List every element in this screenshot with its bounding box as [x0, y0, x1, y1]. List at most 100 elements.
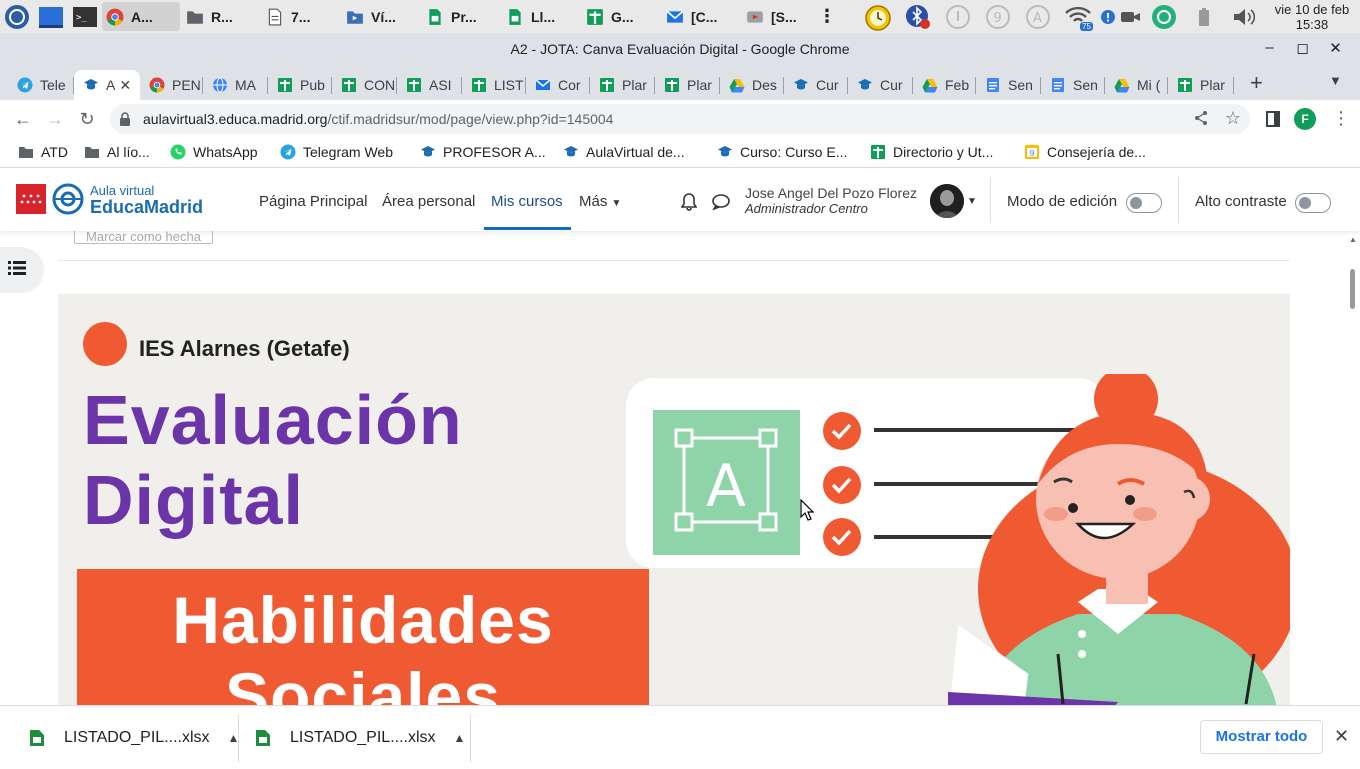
minimize-button[interactable]: –: [1253, 39, 1286, 57]
download-item[interactable]: LISTADO_PIL....xlsx ▲: [256, 706, 465, 769]
desktop-icon[interactable]: [36, 2, 66, 32]
close-downloads-icon[interactable]: ✕: [1334, 726, 1349, 747]
nav-my-courses[interactable]: Mis cursos: [491, 193, 563, 210]
tab[interactable]: PEN: [140, 70, 203, 100]
accessibility-icon[interactable]: A: [1023, 2, 1053, 32]
tab[interactable]: Cur: [848, 70, 913, 100]
chevron-up-icon[interactable]: ▲: [454, 731, 466, 745]
tab-label: Mi (: [1137, 77, 1161, 93]
tab-label: Feb: [945, 77, 970, 93]
scroll-up-icon[interactable]: ▲: [1349, 235, 1357, 244]
forward-button[interactable]: →: [44, 108, 66, 130]
notifications-icon[interactable]: [680, 193, 698, 216]
maximize-button[interactable]: ◻: [1286, 39, 1319, 57]
page-scrollbar[interactable]: ▲: [1346, 231, 1360, 705]
clock[interactable]: vie 10 de feb 15:38: [1264, 2, 1360, 32]
user-menu[interactable]: Jose Angel Del Pozo Florez Administrador…: [745, 186, 917, 217]
tab[interactable]: Mi (: [1105, 70, 1168, 100]
tab[interactable]: Pub: [268, 70, 332, 100]
bookmark-item[interactable]: Curso: Curso E...: [717, 144, 847, 160]
window-title: A2 - JOTA: Canva Evaluación Digital - Go…: [510, 41, 850, 57]
camera-icon[interactable]: [1121, 2, 1141, 32]
tab-label: Tele: [40, 77, 66, 93]
app-launcher-icon[interactable]: [2, 2, 32, 32]
scrollbar-thumb[interactable]: [1350, 269, 1355, 309]
download-item[interactable]: LISTADO_PIL....xlsx ▲: [30, 706, 239, 769]
tab[interactable]: Tele: [8, 70, 74, 100]
nine-icon[interactable]: 9: [983, 2, 1013, 32]
taskbar-item[interactable]: Pr...: [422, 2, 500, 31]
url-text[interactable]: aulavirtual3.educa.madrid.org/ctif.madri…: [143, 111, 613, 127]
reload-button[interactable]: ↻: [76, 108, 98, 130]
course-index-toggle[interactable]: [0, 247, 44, 293]
volume-icon[interactable]: [1229, 2, 1259, 32]
close-tab-icon[interactable]: ✕: [119, 77, 131, 94]
battery-icon[interactable]: [1189, 2, 1219, 32]
tab[interactable]: Plar: [1168, 70, 1234, 100]
url-path: /ctif.madridsur/mod/page/view.php?id=145…: [327, 111, 614, 127]
side-panel-icon[interactable]: [1266, 111, 1280, 132]
tab[interactable]: Plar: [655, 70, 720, 100]
bookmark-item[interactable]: Al lío...: [84, 144, 150, 160]
lock-icon[interactable]: [119, 112, 131, 131]
share-icon[interactable]: [1193, 110, 1209, 131]
show-all-downloads-button[interactable]: Mostrar todo: [1200, 720, 1323, 754]
clock-alarm-icon[interactable]: [863, 2, 893, 32]
profile-avatar[interactable]: F: [1294, 108, 1316, 130]
moodle-icon: [83, 77, 99, 93]
close-window-button[interactable]: ✕: [1319, 39, 1352, 57]
tab[interactable]: Des: [720, 70, 784, 100]
tab[interactable]: Sen: [976, 70, 1041, 100]
tab[interactable]: LIST: [462, 70, 526, 100]
address-bar[interactable]: aulavirtual3.educa.madrid.org/ctif.madri…: [110, 104, 1250, 134]
terminal-icon[interactable]: >_: [70, 2, 100, 32]
bookmark-item[interactable]: ATD: [18, 144, 68, 160]
bookmark-item[interactable]: PROFESOR A...: [420, 144, 546, 160]
bookmark-item[interactable]: WhatsApp: [170, 144, 258, 160]
tab[interactable]: Feb: [913, 70, 976, 100]
taskbar-overflow-icon[interactable]: ⋮: [814, 2, 840, 31]
taskbar-item[interactable]: [S...: [742, 2, 812, 31]
taskbar-item[interactable]: Ví...: [342, 2, 420, 31]
high-contrast-toggle[interactable]: [1295, 193, 1331, 213]
tab[interactable]: Sen: [1041, 70, 1105, 100]
taskbar-item[interactable]: Ll...: [502, 2, 580, 31]
alert-icon[interactable]: [1100, 2, 1116, 32]
bookmark-item[interactable]: Telegram Web: [280, 144, 393, 160]
taskbar-item[interactable]: A...: [102, 2, 180, 31]
bookmark-item[interactable]: Directorio y Ut...: [870, 144, 993, 160]
new-tab-button[interactable]: +: [1250, 70, 1263, 96]
vpn-icon[interactable]: [1149, 2, 1179, 32]
chrome-menu-button[interactable]: ⋮: [1332, 108, 1350, 129]
info-icon[interactable]: [943, 2, 973, 32]
user-avatar[interactable]: [930, 184, 964, 218]
taskbar-item[interactable]: 7...: [262, 2, 340, 31]
messages-icon[interactable]: [711, 194, 730, 215]
tab[interactable]: Cor: [526, 70, 590, 100]
tab-search-button[interactable]: ▼: [1329, 73, 1342, 88]
bookmark-star-icon[interactable]: ☆: [1225, 108, 1241, 129]
nav-more[interactable]: Más ▼: [579, 193, 621, 210]
bookmark-item[interactable]: 9 Consejería de...: [1024, 144, 1146, 160]
tab-active[interactable]: A ✕: [74, 70, 140, 100]
taskbar-item[interactable]: G...: [582, 2, 660, 31]
nav-home[interactable]: Página Principal: [259, 193, 367, 210]
tab[interactable]: Cur: [784, 70, 848, 100]
taskbar-item[interactable]: [C...: [662, 2, 740, 31]
bluetooth-icon[interactable]: [903, 2, 933, 32]
taskbar-item[interactable]: R...: [182, 2, 260, 31]
tab[interactable]: MA: [203, 70, 268, 100]
tab[interactable]: ASI: [397, 70, 462, 100]
site-brand[interactable]: Aula virtual EducaMadrid: [16, 183, 203, 216]
user-menu-chevron-icon[interactable]: ▼: [967, 196, 977, 207]
tab-label: Pub: [300, 77, 325, 93]
edit-mode-toggle[interactable]: [1126, 193, 1162, 213]
bookmark-item[interactable]: AulaVirtual de...: [563, 144, 685, 160]
tab[interactable]: CON: [332, 70, 397, 100]
back-button[interactable]: ←: [12, 108, 34, 130]
wifi-icon[interactable]: 75: [1063, 2, 1093, 32]
nav-dashboard[interactable]: Área personal: [382, 193, 475, 210]
tab[interactable]: Plar: [590, 70, 655, 100]
download-shelf: LISTADO_PIL....xlsx ▲ LISTADO_PIL....xls…: [0, 705, 1360, 768]
tab-separator: [1233, 77, 1234, 94]
